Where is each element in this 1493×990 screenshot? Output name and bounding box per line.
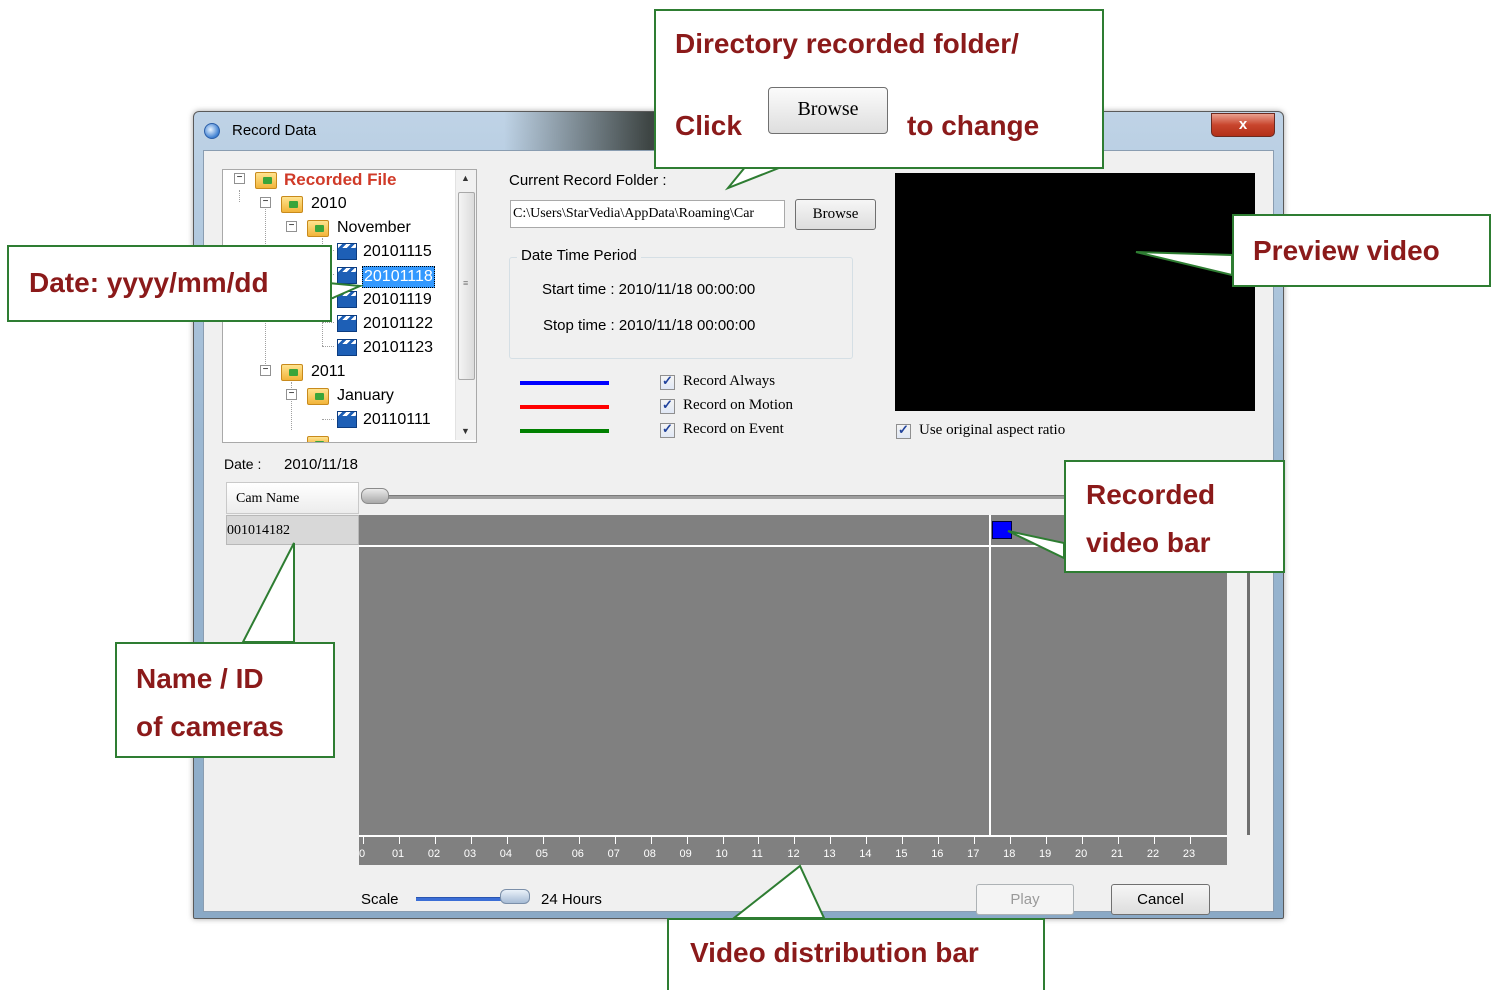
pointer-date (327, 281, 364, 302)
browse-button-illustration: Browse (768, 87, 888, 134)
directory-callout-text: Directory recorded folder/ (675, 28, 1019, 59)
directory-callout: Directory recorded folder/ Click Browse … (654, 9, 1104, 169)
pointer-recorded (1007, 530, 1065, 560)
recorded-callout-line2: video bar (1086, 527, 1211, 558)
distribution-callout: Video distribution bar (667, 918, 1045, 990)
pointer-name (241, 542, 295, 643)
preview-callout-text: Preview video (1253, 235, 1440, 266)
pointer-preview (1135, 251, 1233, 277)
pointer-directory (724, 165, 785, 191)
date-format-text: Date: yyyy/mm/dd (29, 267, 269, 298)
to-change-text: to change (907, 110, 1040, 141)
name-callout-line2: of cameras (136, 711, 284, 742)
recorded-bar-callout: Recorded video bar (1064, 460, 1285, 573)
recorded-callout-line1: Recorded (1086, 479, 1216, 510)
date-format-callout: Date: yyyy/mm/dd (7, 245, 332, 322)
click-text: Click (675, 110, 742, 141)
distribution-callout-text: Video distribution bar (690, 937, 979, 968)
preview-callout: Preview video (1232, 214, 1491, 287)
pointer-distribution (731, 864, 826, 919)
camera-name-callout: Name / ID of cameras (115, 642, 335, 758)
name-callout-line1: Name / ID (136, 663, 264, 694)
